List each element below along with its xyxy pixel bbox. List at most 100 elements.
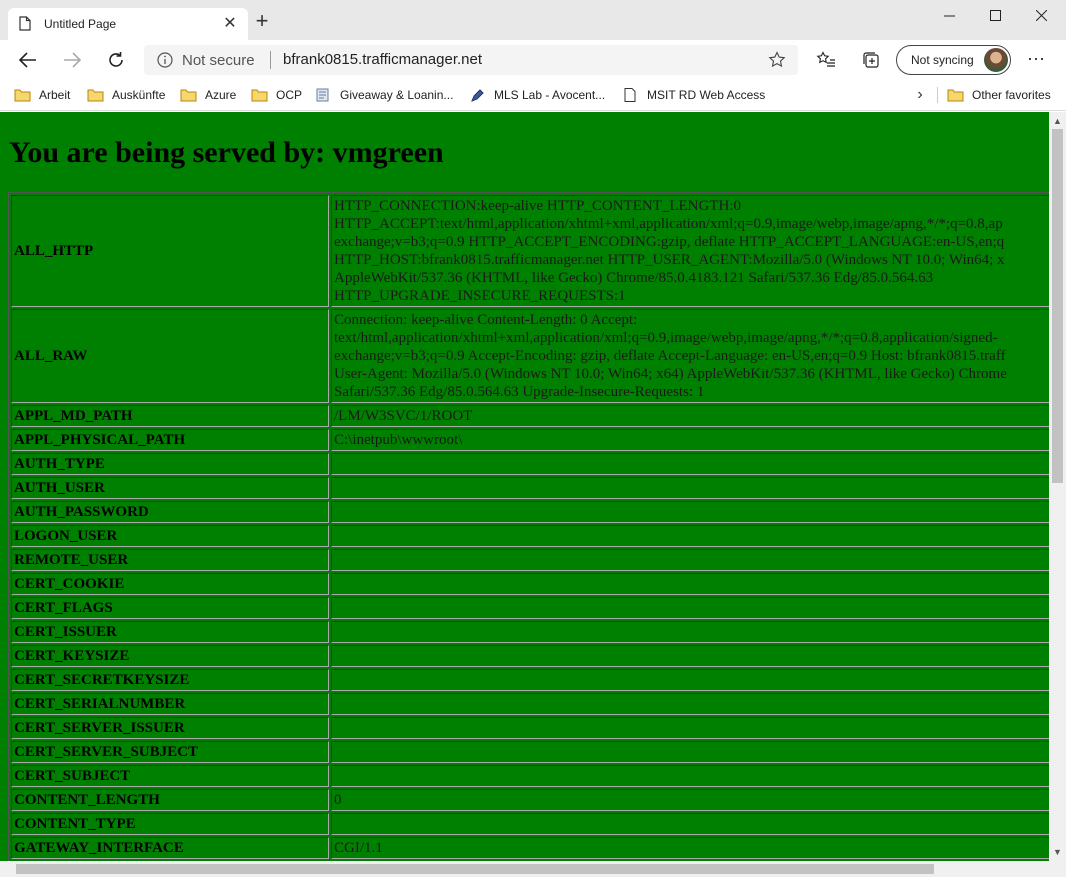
refresh-button[interactable] (104, 48, 128, 72)
favorite-item[interactable]: Arbeit (14, 85, 70, 105)
table-row: GATEWAY_INTERFACE CGI/1.1 (11, 837, 1049, 859)
variable-value (331, 813, 1049, 835)
favorites-bar: Arbeit Auskünfte Azure OCP Giveaway & Lo… (0, 80, 1066, 111)
maximize-button[interactable] (972, 0, 1018, 30)
table-row: LOGON_USER (11, 525, 1049, 547)
variable-value (331, 477, 1049, 499)
favorite-label: Azure (205, 88, 237, 102)
collections-button[interactable] (861, 50, 881, 70)
value-line: HTTP_HOST:bfrank0815.trafficmanager.net … (334, 252, 1005, 268)
table-row: CERT_SERIALNUMBER (11, 693, 1049, 715)
chevron-right-icon[interactable]: › (912, 85, 928, 105)
url-text[interactable]: bfrank0815.trafficmanager.net (283, 51, 482, 68)
new-tab-button[interactable]: + (252, 10, 272, 32)
horizontal-scrollbar[interactable] (0, 861, 1049, 877)
variable-name: ALL_HTTP (11, 195, 329, 307)
minimize-icon (943, 15, 955, 16)
favorites-list-icon (816, 51, 835, 67)
value-line: exchange;v=b3;q=0.9 Accept-Encoding: gzi… (334, 348, 1006, 364)
variable-name: LOGON_USER (11, 525, 329, 547)
refresh-icon (109, 52, 123, 67)
tab-title: Untitled Page (44, 17, 117, 31)
variable-value (331, 549, 1049, 571)
not-secure-label[interactable]: Not secure (182, 52, 255, 69)
scroll-up-icon[interactable]: ▲ (1053, 116, 1062, 126)
forward-button[interactable] (60, 48, 84, 72)
close-icon (1035, 9, 1047, 21)
variable-name: GATEWAY_INTERFACE (11, 837, 329, 859)
favorite-label: Arbeit (39, 88, 71, 102)
close-window-button[interactable] (1018, 0, 1064, 30)
value-line: exchange;v=b3;q=0.9 HTTP_ACCEPT_ENCODING… (334, 234, 1005, 250)
variable-value: /LM/W3SVC/1/ROOT (331, 405, 1049, 427)
variable-name: ALL_RAW (11, 309, 329, 403)
variable-name: CERT_SERVER_SUBJECT (11, 741, 329, 763)
add-favorite-star-icon[interactable] (768, 51, 786, 69)
variable-value: 0 (331, 789, 1049, 811)
variable-value: CGI/1.1 (331, 837, 1049, 859)
table-row: ALL_HTTP HTTP_CONNECTION:keep-alive HTTP_… (11, 195, 1049, 307)
variable-name: APPL_PHYSICAL_PATH (11, 429, 329, 451)
variable-name: CERT_KEYSIZE (11, 645, 329, 667)
favorites-button[interactable] (816, 50, 836, 70)
close-tab-icon[interactable]: ✕ (222, 16, 238, 32)
browser-tab[interactable]: Untitled Page ✕ (8, 8, 248, 40)
maximize-icon (989, 9, 1001, 21)
other-favorites-label: Other favorites (972, 88, 1051, 102)
variable-name: CONTENT_TYPE (11, 813, 329, 835)
favorite-label: Auskünfte (112, 88, 166, 102)
scroll-down-icon[interactable]: ▼ (1053, 847, 1062, 857)
favorites-divider (937, 87, 938, 103)
variable-value (331, 645, 1049, 667)
value-line: AppleWebKit/537.36 (KHTML, like Gecko) C… (334, 270, 934, 286)
variable-value: HTTP_CONNECTION:keep-alive HTTP_CONTENT_… (331, 195, 1049, 307)
table-row: CERT_SUBJECT (11, 765, 1049, 787)
value-line: HTTP_UPGRADE_INSECURE_REQUESTS:1 (334, 288, 626, 304)
variable-value (331, 573, 1049, 595)
variable-name: CERT_ISSUER (11, 621, 329, 643)
scrollbar-corner (1049, 861, 1066, 877)
document-icon (316, 88, 329, 102)
variable-value (331, 693, 1049, 715)
table-row: APPL_PHYSICAL_PATH C:\inetpub\wwwroot\ (11, 429, 1049, 451)
profile-button[interactable]: Not syncing (896, 45, 1011, 75)
avatar (984, 48, 1008, 72)
horizontal-scroll-thumb[interactable] (16, 864, 934, 874)
table-row: CERT_ISSUER (11, 621, 1049, 643)
favorite-item[interactable]: Giveaway & Loanin... (315, 85, 453, 105)
favorite-item[interactable]: Auskünfte (87, 85, 165, 105)
variable-value: Connection: keep-alive Content-Length: 0… (331, 309, 1049, 403)
page-icon (19, 16, 31, 31)
more-menu-button[interactable]: ··· (1024, 48, 1048, 72)
favorite-item[interactable]: Azure (180, 85, 236, 105)
address-divider (270, 51, 271, 69)
variable-name: CERT_COOKIE (11, 573, 329, 595)
favorite-item[interactable]: MSIT RD Web Access (622, 85, 765, 105)
table-row: REMOTE_USER (11, 549, 1049, 571)
other-favorites[interactable]: Other favorites (947, 85, 1051, 105)
back-button[interactable] (16, 48, 40, 72)
address-bar[interactable]: Not secure bfrank0815.trafficmanager.net (144, 45, 798, 75)
table-row: CERT_KEYSIZE (11, 645, 1049, 667)
minimize-button[interactable] (926, 0, 972, 30)
favorite-item[interactable]: OCP (251, 85, 302, 105)
variable-value (331, 501, 1049, 523)
table-row: AUTH_TYPE (11, 453, 1049, 475)
info-icon[interactable] (157, 52, 173, 68)
folder-icon (251, 89, 268, 102)
table-row: CERT_SERVER_ISSUER (11, 717, 1049, 739)
variable-value (331, 525, 1049, 547)
vertical-scrollbar[interactable]: ▲ ▼ (1049, 112, 1066, 861)
vertical-scroll-thumb[interactable] (1052, 129, 1063, 483)
variable-value (331, 597, 1049, 619)
table-row: APPL_MD_PATH/LM/W3SVC/1/ROOT (11, 405, 1049, 427)
favorite-item[interactable]: MLS Lab - Avocent... (469, 85, 605, 105)
table-row: CONTENT_LENGTH 0 (11, 789, 1049, 811)
table-row: CERT_SERVER_SUBJECT (11, 741, 1049, 763)
variable-name: CERT_FLAGS (11, 597, 329, 619)
arrow-right-icon (64, 52, 81, 68)
variable-name: CONTENT_LENGTH (11, 789, 329, 811)
variable-value (331, 453, 1049, 475)
folder-icon (14, 89, 31, 102)
favorite-label: MSIT RD Web Access (647, 88, 766, 102)
